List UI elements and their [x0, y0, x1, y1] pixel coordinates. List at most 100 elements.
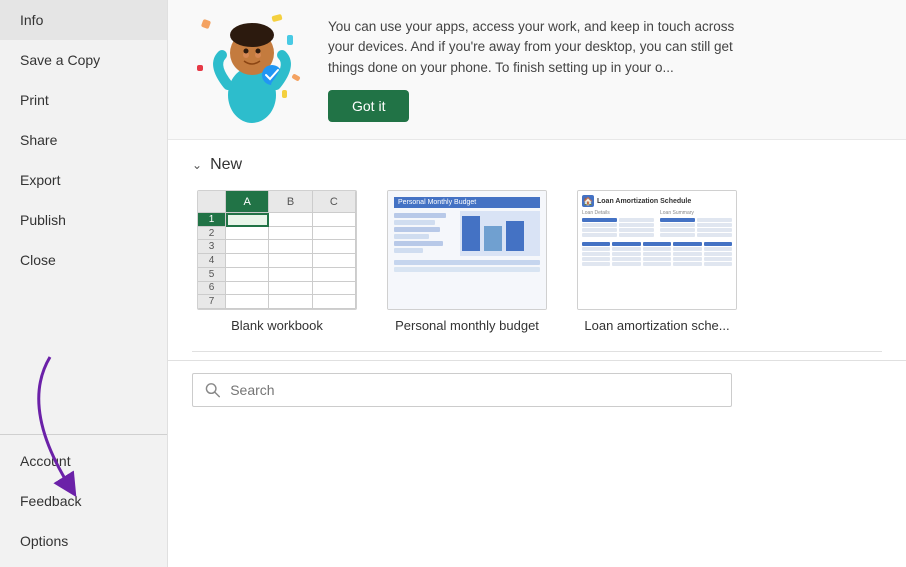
template-blank-workbook[interactable]: A B C 1 2 3 [192, 190, 362, 333]
sidebar-item-feedback-label: Feedback [20, 493, 81, 509]
grid-row-5: 5 [198, 268, 226, 282]
template-personal-budget[interactable]: Personal Monthly Budget [382, 190, 552, 333]
loan-row [582, 247, 732, 251]
personal-budget-label: Personal monthly budget [395, 318, 539, 333]
grid-cell-b6 [269, 282, 312, 296]
loan-row [582, 242, 732, 246]
budget-row [394, 227, 440, 232]
search-input[interactable] [230, 382, 719, 398]
search-box[interactable] [192, 373, 732, 407]
sidebar-item-account-label: Account [20, 453, 71, 469]
loan-row [660, 223, 732, 227]
sidebar-item-publish-label: Publish [20, 212, 66, 228]
loan-header: 🏠 Loan Amortization Schedule [582, 195, 732, 207]
grid-col-header-c: C [313, 191, 356, 213]
budget-row [394, 248, 423, 253]
loan-amortization-label: Loan amortization sche... [584, 318, 729, 333]
sidebar-item-feedback[interactable]: Feedback [0, 481, 167, 521]
loan-row [660, 228, 732, 232]
budget-rows [394, 213, 452, 253]
loan-cell [582, 233, 617, 237]
loan-col-1: Loan Details [582, 210, 654, 238]
loan-row [660, 218, 732, 222]
banner-text-content: You can use your apps, access your work,… [328, 17, 748, 122]
sidebar-item-account[interactable]: Account [0, 441, 167, 481]
sidebar: Info Save a Copy Print Share Export Publ… [0, 0, 168, 567]
grid-cell-c6 [313, 282, 356, 296]
loan-cell [660, 233, 695, 237]
budget-left [394, 211, 452, 256]
budget-row [394, 234, 429, 239]
loan-amortization-thumbnail: 🏠 Loan Amortization Schedule Loan Detail… [577, 190, 737, 310]
templates-row: A B C 1 2 3 [192, 190, 882, 333]
loan-cell [612, 262, 640, 266]
loan-cell [673, 247, 701, 251]
grid-cell-a1 [226, 213, 269, 227]
budget-row [394, 220, 435, 225]
sidebar-item-options[interactable]: Options [0, 521, 167, 561]
grid-cell-b4 [269, 254, 312, 268]
grid-cell-a6 [226, 282, 269, 296]
sidebar-bottom-nav: Account Feedback Options [0, 434, 167, 567]
loan-row [582, 228, 654, 232]
budget-layout [394, 211, 540, 256]
sidebar-top-nav: Info Save a Copy Print Share Export Publ… [0, 0, 167, 434]
loan-cell [660, 218, 695, 222]
grid-row-3: 3 [198, 240, 226, 254]
got-it-button[interactable]: Got it [328, 90, 409, 122]
budget-row [394, 260, 540, 265]
template-loan-amortization[interactable]: 🏠 Loan Amortization Schedule Loan Detail… [572, 190, 742, 333]
sidebar-item-publish[interactable]: Publish [0, 200, 167, 240]
grid-cell-c1 [313, 213, 356, 227]
sidebar-item-export[interactable]: Export [0, 160, 167, 200]
budget-chart-svg [460, 211, 540, 256]
banner-description: You can use your apps, access your work,… [328, 17, 748, 78]
grid-cell-b3 [269, 240, 312, 254]
blank-workbook-label: Blank workbook [231, 318, 323, 333]
sidebar-item-share-label: Share [20, 132, 57, 148]
loan-cell [582, 223, 617, 227]
loan-cell [582, 218, 617, 222]
sidebar-item-save-copy[interactable]: Save a Copy [0, 40, 167, 80]
loan-cell [619, 228, 654, 232]
sidebar-item-info[interactable]: Info [0, 0, 167, 40]
loan-cell [704, 247, 732, 251]
main-content: You can use your apps, access your work,… [168, 0, 906, 567]
grid-cell-c4 [313, 254, 356, 268]
search-section [168, 360, 906, 419]
personal-budget-thumbnail: Personal Monthly Budget [387, 190, 547, 310]
loan-cell [697, 218, 732, 222]
sidebar-item-close-label: Close [20, 252, 56, 268]
loan-cell [619, 223, 654, 227]
loan-cell [612, 242, 640, 246]
loan-row [582, 262, 732, 266]
sidebar-item-close[interactable]: Close [0, 240, 167, 280]
loan-row [582, 257, 732, 261]
sidebar-item-save-copy-label: Save a Copy [20, 52, 100, 68]
grid-row-2: 2 [198, 227, 226, 241]
loan-cell [704, 262, 732, 266]
new-section-header: ⌄ New [192, 156, 882, 174]
loan-icon: 🏠 [582, 195, 594, 207]
loan-schedule-rows [582, 242, 732, 266]
chevron-down-icon: ⌄ [192, 158, 202, 172]
search-icon [205, 382, 220, 398]
sidebar-item-share[interactable]: Share [0, 120, 167, 160]
loan-row [582, 233, 654, 237]
sidebar-item-export-label: Export [20, 172, 60, 188]
loan-cell [612, 252, 640, 256]
new-section: ⌄ New A B C 1 [168, 140, 906, 343]
loan-row [660, 233, 732, 237]
loan-cell [582, 257, 610, 261]
loan-title-text: Loan Amortization Schedule [597, 198, 691, 205]
character-svg [202, 15, 302, 125]
grid-cell-a5 [226, 268, 269, 282]
loan-cell [643, 262, 671, 266]
loan-col-label: Loan Details [582, 210, 654, 216]
loan-cell [660, 223, 695, 227]
budget-bottom-rows [394, 260, 540, 272]
loan-col-label: Loan Summary [660, 210, 732, 216]
sidebar-item-print[interactable]: Print [0, 80, 167, 120]
sidebar-item-options-label: Options [20, 533, 68, 549]
spreadsheet-grid: A B C 1 2 3 [198, 191, 356, 309]
